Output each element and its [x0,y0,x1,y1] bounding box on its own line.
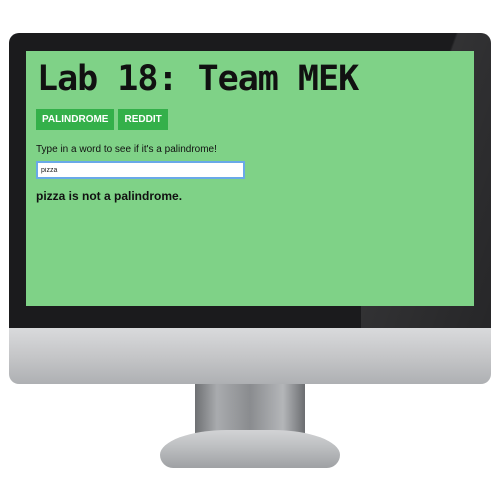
reddit-button[interactable]: REDDIT [118,109,168,130]
monitor-stand-base [160,430,340,468]
monitor-stand-neck [195,384,305,434]
result-text: pizza is not a palindrome. [36,189,183,203]
instruction-text: Type in a word to see if it's a palindro… [36,144,217,155]
monitor-screen: Lab 18: Team MEK PALINDROME REDDIT Type … [26,51,474,306]
palindrome-button[interactable]: PALINDROME [36,109,115,130]
page-title: Lab 18: Team MEK [37,59,359,99]
monitor-chin [9,328,491,384]
nav-bar: PALINDROME REDDIT [36,109,168,130]
word-input[interactable] [36,161,245,179]
